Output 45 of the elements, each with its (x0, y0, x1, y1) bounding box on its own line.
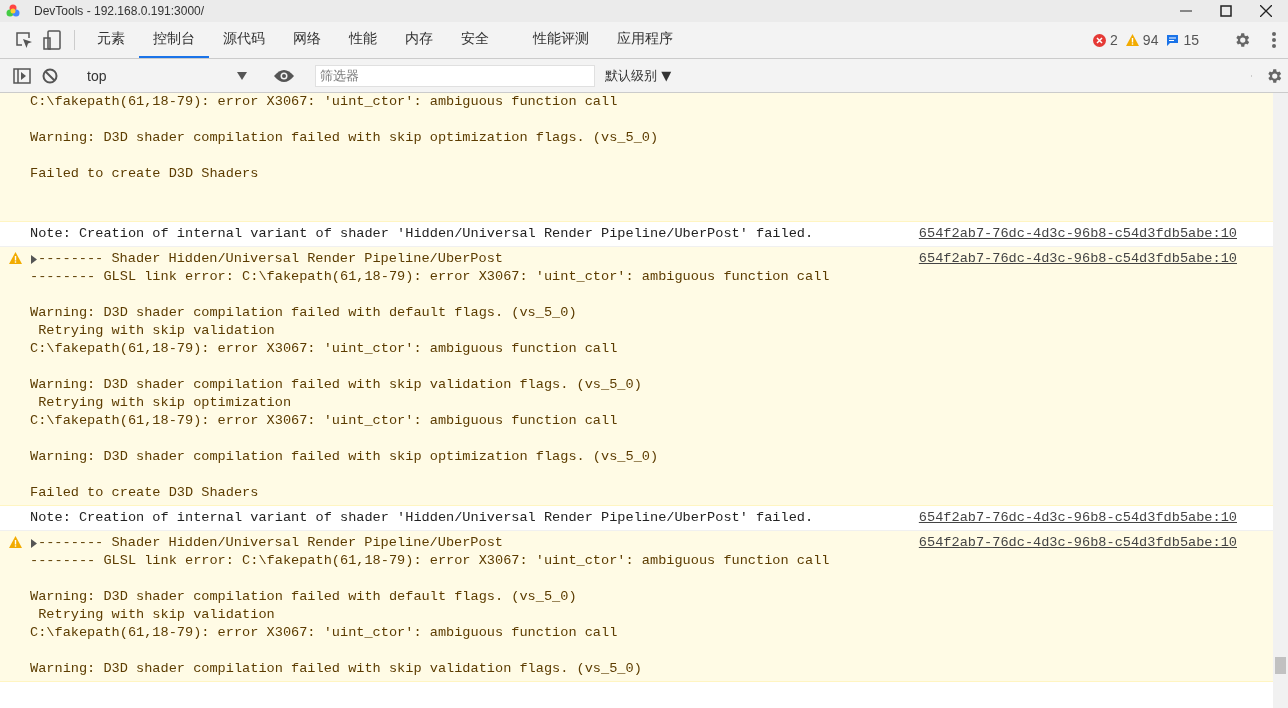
device-toolbar-icon[interactable] (43, 30, 61, 50)
eye-icon[interactable] (274, 69, 294, 82)
expand-triangle-icon[interactable] (30, 538, 38, 548)
warning-icon (8, 536, 22, 548)
source-link[interactable]: 654f2ab7-76dc-4d3c-96b8-c54d3fdb5abe:10 (918, 509, 1237, 527)
message-summary: -------- Shader Hidden/Universal Render Pipeline/UberPost (38, 250, 503, 268)
inspect-icon[interactable] (15, 31, 33, 49)
dropdown-caret-icon (237, 71, 247, 80)
panel-tab[interactable]: 源代码 (209, 22, 279, 58)
scrollbar[interactable] (1273, 93, 1288, 708)
info-count[interactable]: 15 (1183, 32, 1199, 48)
log-level-dropdown[interactable]: 默认级别 ▼ (605, 66, 672, 85)
clear-console-icon[interactable] (42, 67, 58, 84)
message-text: C:\fakepath(61,18-79): error X3067: 'uint_ctor': ambiguous function call Warning: D3D shader compilation failed with skip optimization flags. (vs_5_0) Failed to create D3D Shaders (30, 93, 660, 183)
source-link[interactable]: 654f2ab7-76dc-4d3c-96b8-c54d3fdb5abe:10 (918, 250, 1237, 502)
app-logo-icon (6, 4, 20, 18)
maximize-icon[interactable] (1220, 5, 1232, 17)
message-text: Note: Creation of internal variant of shader 'Hidden/Universal Render Pipeline/UberPost' failed. (30, 225, 815, 243)
error-count[interactable]: 2 (1110, 32, 1118, 48)
message-text: Note: Creation of internal variant of shader 'Hidden/Universal Render Pipeline/UberPost' failed. (30, 509, 815, 527)
panel-tab[interactable]: 内存 (391, 22, 447, 58)
warning-count[interactable]: 94 (1142, 32, 1159, 48)
warning-icon (1125, 34, 1139, 46)
panel-tab[interactable]: 安全 (447, 22, 503, 58)
close-icon[interactable] (1260, 5, 1272, 17)
window-title: DevTools - 192.168.0.191:3000/ (34, 4, 206, 18)
source-link[interactable]: 654f2ab7-76dc-4d3c-96b8-c54d3fdb5abe:10 (918, 534, 1237, 678)
expand-triangle-icon[interactable] (30, 254, 38, 264)
panel-tab[interactable]: 性能 (335, 22, 391, 58)
warning-icon (8, 252, 22, 264)
message-summary: -------- Shader Hidden/Universal Render Pipeline/UberPost (38, 534, 503, 552)
sidebar-toggle-icon[interactable] (13, 67, 31, 84)
panel-tab[interactable]: 元素 (83, 22, 139, 58)
source-link[interactable]: 654f2ab7-76dc-4d3c-96b8-c54d3fdb5abe:10 (918, 225, 1237, 243)
filter-field[interactable]: 筛选器 (315, 64, 595, 87)
message-text: -------- GLSL link error: C:\fakepath(61,18-79): error X3067: 'uint_ctor': ambiguous function call Warning: D3D shader compilation failed with default flags. (vs_5_0) Retrying with skip validation C:\fakepath(61,18-79): error X3067: 'uint_ctor': ambiguous function call Warning: D3D shader compilation failed with skip validation flags. (vs_5_0) Retrying with skip optimization C:\fakepath(61,18-79): error X3067: 'uint_ctor': ambiguous function call Warning: D3D shader compilation failed with skip optimization flags. (vs_5_0) Failed to create D3D Shaders (30, 268, 831, 502)
context-dropdown[interactable]: top (81, 67, 253, 84)
panel-tab[interactable]: 网络 (279, 22, 335, 58)
error-icon (1093, 33, 1107, 47)
more-menu-icon[interactable] (1272, 32, 1276, 48)
panel-tab[interactable]: 应用程序 (603, 22, 687, 58)
message-icon (1166, 33, 1180, 47)
scrollbar-thumb[interactable] (1275, 657, 1286, 674)
message-text: -------- GLSL link error: C:\fakepath(61,18-79): error X3067: 'uint_ctor': ambiguous function call Warning: D3D shader compilation failed with default flags. (vs_5_0) Retrying with skip validation C:\fakepath(61,18-79): error X3067: 'uint_ctor': ambiguous function call Warning: D3D shader compilation failed with skip validation flags. (vs_5_0) (30, 552, 831, 678)
panel-tab[interactable]: 性能评测 (519, 22, 603, 58)
